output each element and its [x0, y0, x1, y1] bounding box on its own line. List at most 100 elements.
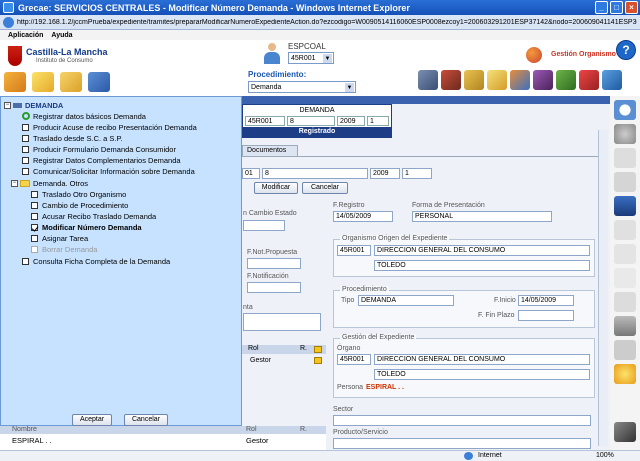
origen-city-field[interactable]: TOLEDO — [374, 260, 590, 271]
sector-field[interactable] — [333, 415, 591, 426]
checkbox[interactable] — [22, 167, 29, 175]
gestion-organismo-link[interactable]: Gestión Organismo — [551, 51, 616, 58]
help-icon[interactable]: ? — [616, 40, 636, 60]
checkbox[interactable] — [22, 123, 29, 131]
origen-name-field[interactable]: DIRECCION GENERAL DEL CONSUMO — [374, 245, 590, 256]
cancelar-tree-button[interactable]: Cancelar — [124, 414, 168, 426]
books-icon[interactable] — [441, 70, 461, 90]
num-field-1[interactable]: 01 — [242, 168, 260, 179]
tree-item-consulta-ficha[interactable]: Consulta Ficha Completa de la Demanda — [22, 256, 170, 266]
lightbulb-icon[interactable] — [32, 72, 54, 92]
maximize-button[interactable]: □ — [610, 1, 623, 14]
checkbox[interactable] — [31, 234, 38, 242]
printer-icon[interactable] — [418, 70, 438, 90]
origen-code-field[interactable]: 45R001 — [337, 245, 371, 256]
nta-field[interactable] — [243, 313, 321, 331]
checkbox[interactable] — [31, 190, 38, 198]
menu-ayuda[interactable]: Ayuda — [51, 32, 72, 39]
magnifier-icon[interactable] — [614, 100, 636, 120]
minimize-button[interactable]: _ — [595, 1, 608, 14]
save-disk-icon[interactable] — [614, 196, 636, 216]
espcoal-select[interactable]: 45R001 ▼ — [288, 52, 334, 64]
documents-icon[interactable] — [614, 172, 636, 192]
clipboard-icon[interactable] — [579, 70, 599, 90]
font-icon[interactable] — [614, 340, 636, 360]
demanda-summary: DEMANDA 45R001 8 2009 1 Registrado — [242, 104, 392, 138]
app-header: Castilla-La Mancha Instituto de Consumo … — [0, 40, 640, 96]
notes-icon[interactable] — [487, 70, 507, 90]
organo-name-field[interactable]: DIRECCION GENERAL DEL CONSUMO — [374, 354, 590, 365]
cylinder-icon[interactable] — [614, 316, 636, 336]
tree-item-traslado-otro[interactable]: Traslado Otro Organismo — [31, 189, 126, 199]
menu-aplicacion[interactable]: Aplicación — [8, 32, 43, 39]
gestion-organismo-icon[interactable] — [526, 45, 548, 65]
folder-icon[interactable] — [60, 72, 82, 92]
table-row[interactable]: Gestor — [242, 356, 326, 367]
forma-presentacion-field[interactable]: PERSONAL — [412, 211, 552, 222]
ffin-plazo-field[interactable] — [518, 310, 574, 321]
tree-item-asignar-tarea[interactable]: Asignar Tarea — [31, 233, 88, 243]
checkbox[interactable] — [22, 257, 29, 265]
close-button[interactable]: × — [625, 1, 638, 14]
people-icon[interactable] — [533, 70, 553, 90]
organo-city-field[interactable]: TOLEDO — [374, 369, 590, 380]
fnot-propuesta-field[interactable] — [247, 258, 301, 269]
computer-icon[interactable] — [88, 72, 110, 92]
zoom-level[interactable]: 100% — [596, 452, 614, 459]
tree-item-acuse-recibo[interactable]: Producir Acuse de recibo Presentación De… — [22, 122, 197, 132]
modificar-button[interactable]: Modificar — [254, 182, 298, 194]
organo-code-field[interactable]: 45R001 — [337, 354, 371, 365]
folders-icon[interactable] — [464, 70, 484, 90]
internet-zone-icon — [464, 452, 473, 460]
aceptar-button[interactable]: Aceptar — [72, 414, 112, 426]
tree-item-comunicar-informacion[interactable]: Comunicar/Solicitar Información sobre De… — [22, 166, 195, 176]
collapse-icon[interactable]: − — [11, 179, 18, 187]
tab-documentos[interactable]: Documentos — [242, 145, 298, 156]
tree-item-datos-complementarios[interactable]: Registrar Datos Complementarios Demanda — [22, 155, 181, 165]
tools-icon[interactable] — [4, 72, 26, 92]
procedimiento-select[interactable]: Demanda ▼ — [248, 81, 356, 93]
tree-item-acusar-recibo-traslado[interactable]: Acusar Recibo Traslado Demanda — [31, 211, 156, 221]
num-field-2[interactable]: 8 — [262, 168, 368, 179]
fnotificacion-field[interactable] — [247, 282, 301, 293]
globe-icon[interactable] — [510, 70, 530, 90]
tipo-field[interactable]: DEMANDA — [358, 295, 454, 306]
tree-item-formulario-demanda[interactable]: Producir Formulario Demanda Consumidor — [22, 144, 176, 154]
fregistro-field[interactable]: 14/05/2009 — [333, 211, 393, 222]
checkbox[interactable] — [22, 156, 29, 164]
sun-icon[interactable] — [614, 364, 636, 384]
collapse-icon[interactable]: − — [4, 101, 11, 109]
cambio-estado-field[interactable] — [243, 220, 285, 231]
chart-icon[interactable] — [556, 70, 576, 90]
tree-item-traslado-sc-sp[interactable]: Traslado desde S.C. a S.P. — [22, 133, 123, 143]
checkbox-checked[interactable] — [31, 223, 38, 231]
list-icon[interactable] — [614, 292, 636, 312]
tree-item-registrar-basicos[interactable]: Registrar datos básicos Demanda — [22, 111, 146, 121]
producto-field[interactable] — [333, 438, 591, 449]
tree-item-cambio-procedimiento[interactable]: Cambio de Procedimiento — [31, 200, 128, 210]
page-icon[interactable] — [614, 268, 636, 288]
vertical-scrollbar[interactable] — [598, 130, 608, 446]
exit-icon[interactable] — [614, 422, 636, 442]
num-field-3[interactable]: 2009 — [370, 168, 400, 179]
address-bar[interactable]: http://192.168.1.2/jccmPrueba/expediente… — [0, 15, 640, 30]
network-icon[interactable] — [602, 70, 622, 90]
edit-icon[interactable] — [314, 346, 322, 353]
finicio-field[interactable]: 14/05/2009 — [518, 295, 574, 306]
num-field-4[interactable]: 1 — [402, 168, 432, 179]
checkbox[interactable] — [31, 201, 38, 209]
checkbox[interactable] — [22, 134, 29, 142]
copy-icon[interactable] — [614, 220, 636, 240]
tree-root[interactable]: − DEMANDA — [4, 100, 63, 110]
back-icon[interactable] — [614, 124, 636, 144]
paste-icon[interactable] — [614, 244, 636, 264]
document-icon[interactable] — [614, 148, 636, 168]
checkbox[interactable] — [22, 145, 29, 153]
checkbox[interactable] — [31, 212, 38, 220]
cancelar-form-button[interactable]: Cancelar — [302, 182, 348, 194]
tree-item-modificar-numero[interactable]: Modificar Número Demanda — [31, 222, 142, 232]
table-row[interactable]: ESPIRAL . . Gestor — [0, 434, 326, 450]
edit-icon[interactable] — [314, 357, 322, 364]
tree-folder-otros[interactable]: − Demanda. Otros — [11, 178, 88, 188]
address-url[interactable]: http://192.168.1.2/jccmPrueba/expediente… — [17, 19, 637, 26]
